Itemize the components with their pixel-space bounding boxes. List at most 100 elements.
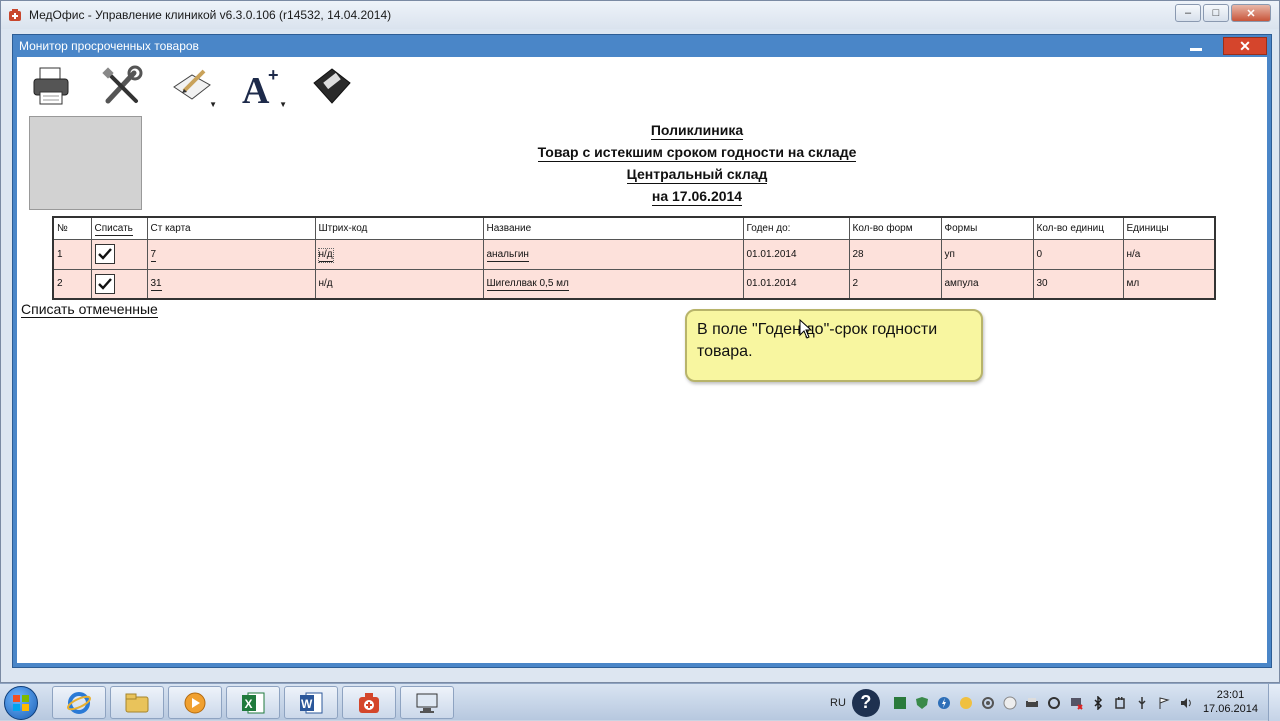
svg-text:+: +	[268, 65, 279, 85]
cell-number: 1	[52, 238, 92, 270]
cell-barcode: н/д	[314, 268, 484, 300]
status-dot-icon[interactable]	[958, 695, 974, 711]
child-titlebar: Монитор просроченных товаров ✕	[13, 35, 1271, 57]
close-button[interactable]: ✕	[1231, 4, 1271, 22]
bluetooth-icon[interactable]	[1090, 695, 1106, 711]
media-player-icon[interactable]	[168, 686, 222, 719]
printer-icon[interactable]	[27, 63, 77, 111]
app-title: МедОфис - Управление клиникой v6.3.0.106…	[29, 8, 392, 22]
network-error-icon[interactable]	[1068, 695, 1084, 711]
tray-app-icon[interactable]	[892, 695, 908, 711]
col-name: Название	[482, 216, 744, 240]
report-header: Поликлиника Товар с истекшим сроком годн…	[417, 119, 977, 207]
sync-icon[interactable]	[1046, 695, 1062, 711]
power-icon[interactable]	[936, 695, 952, 711]
excel-icon[interactable]: X	[226, 686, 280, 719]
svg-text:A: A	[242, 70, 270, 109]
internet-explorer-icon[interactable]	[52, 686, 106, 719]
report-org: Поликлиника	[650, 122, 744, 140]
report-area: ▼ A + ▼ Поликлиника Товар с истекшим срок…	[17, 57, 1267, 663]
shield-icon[interactable]	[914, 695, 930, 711]
cell-units: мл	[1122, 268, 1216, 300]
settings-icon[interactable]	[980, 695, 996, 711]
cell-forms: уп	[940, 238, 1034, 270]
write-off-checkbox[interactable]	[94, 273, 115, 294]
cell-expires: 01.01.2014	[742, 238, 850, 270]
cell-name[interactable]: анальгин	[482, 238, 744, 270]
status-circle-icon[interactable]	[1002, 695, 1018, 711]
col-units: Единицы	[1122, 216, 1216, 240]
col-number: №	[52, 216, 92, 240]
table-row: 1 7 н/д анальгин 01.01.2014 28 уп 0 н/а	[52, 238, 1216, 270]
app-titlebar: МедОфис - Управление клиникой v6.3.0.106…	[1, 1, 1279, 29]
clock[interactable]: 23:01 17.06.2014	[1203, 688, 1258, 716]
cell-units-qty: 30	[1032, 268, 1124, 300]
clock-time: 23:01	[1216, 689, 1245, 701]
help-icon[interactable]: ?	[851, 688, 880, 717]
col-forms-qty: Кол-во форм	[848, 216, 942, 240]
cell-expires: 01.01.2014	[742, 268, 850, 300]
toolbar: ▼ A + ▼	[17, 57, 1267, 115]
minimize-button[interactable]: ‒	[1175, 4, 1201, 22]
mouse-cursor-icon	[799, 319, 813, 339]
child-minimize-button[interactable]	[1183, 37, 1209, 55]
plug-icon[interactable]	[1112, 695, 1128, 711]
cell-forms-qty: 2	[848, 268, 942, 300]
remote-desktop-icon[interactable]	[400, 686, 454, 719]
taskbar: X W RU ? 23:01 17.06.2014	[0, 683, 1280, 721]
cell-forms-qty: 28	[848, 238, 942, 270]
child-window: Монитор просроченных товаров ✕ ▼ A + ▼ П…	[12, 34, 1272, 668]
report-warehouse: Центральный склад	[626, 166, 768, 184]
medoffice-icon	[7, 7, 23, 23]
font-icon[interactable]: A + ▼	[237, 63, 287, 111]
cell-write-off	[90, 268, 148, 300]
word-icon[interactable]: W	[284, 686, 338, 719]
show-desktop-button[interactable]	[1268, 684, 1280, 721]
printer-icon[interactable]	[1024, 695, 1040, 711]
flag-icon[interactable]	[1156, 695, 1172, 711]
volume-icon[interactable]	[1178, 695, 1194, 711]
system-tray: RU ?	[830, 684, 1194, 721]
table-header-row: № Списать Ст карта Штрих-код Название Го…	[52, 216, 1216, 240]
medoffice-icon[interactable]	[342, 686, 396, 719]
svg-text:X: X	[245, 697, 253, 711]
cell-name[interactable]: Шигеллвак 0,5 мл	[482, 268, 744, 300]
start-button[interactable]	[4, 686, 38, 720]
write-off-checkbox[interactable]	[94, 244, 115, 264]
clinic-logo-placeholder	[29, 116, 142, 210]
cell-barcode[interactable]: н/д	[314, 238, 484, 270]
hint-balloon: В поле "Годен до"-срок годности товара.	[685, 309, 983, 382]
child-title: Монитор просроченных товаров	[19, 39, 199, 53]
col-card: Ст карта	[146, 216, 316, 240]
cell-card[interactable]: 31	[146, 268, 316, 300]
col-barcode: Штрих-код	[314, 216, 484, 240]
edit-icon[interactable]: ▼	[167, 63, 217, 111]
language-indicator[interactable]: RU	[830, 697, 846, 709]
cell-number: 2	[52, 268, 92, 300]
cell-units: н/а	[1122, 238, 1216, 270]
col-expires: Годен до:	[742, 216, 850, 240]
tools-icon[interactable]	[97, 63, 147, 111]
clock-date: 17.06.2014	[1202, 703, 1258, 715]
maximize-button[interactable]: □	[1203, 4, 1229, 22]
child-close-button[interactable]: ✕	[1223, 37, 1267, 55]
col-forms: Формы	[940, 216, 1034, 240]
cell-units-qty: 0	[1032, 238, 1124, 270]
svg-text:W: W	[301, 697, 313, 711]
dropdown-arrow-icon[interactable]: ▼	[279, 100, 287, 109]
col-write-off[interactable]: Списать	[90, 216, 148, 240]
report-date: на 17.06.2014	[651, 188, 743, 206]
usb-icon[interactable]	[1134, 695, 1150, 711]
cell-write-off	[90, 238, 148, 270]
cell-forms: ампула	[940, 268, 1034, 300]
write-off-selected-link[interactable]: Списать отмеченные	[21, 301, 158, 318]
report-title: Товар с истекшим сроком годности на скла…	[537, 144, 857, 162]
cell-card[interactable]: 7	[146, 238, 316, 270]
save-icon[interactable]	[307, 63, 357, 111]
col-units-qty: Кол-во единиц	[1032, 216, 1124, 240]
file-explorer-icon[interactable]	[110, 686, 164, 719]
app-window: МедОфис - Управление клиникой v6.3.0.106…	[0, 0, 1280, 683]
dropdown-arrow-icon[interactable]: ▼	[209, 100, 217, 109]
table-row: 2 31 н/д Шигеллвак 0,5 мл 01.01.2014 2 а…	[52, 268, 1216, 300]
windows-logo-icon	[13, 695, 29, 711]
